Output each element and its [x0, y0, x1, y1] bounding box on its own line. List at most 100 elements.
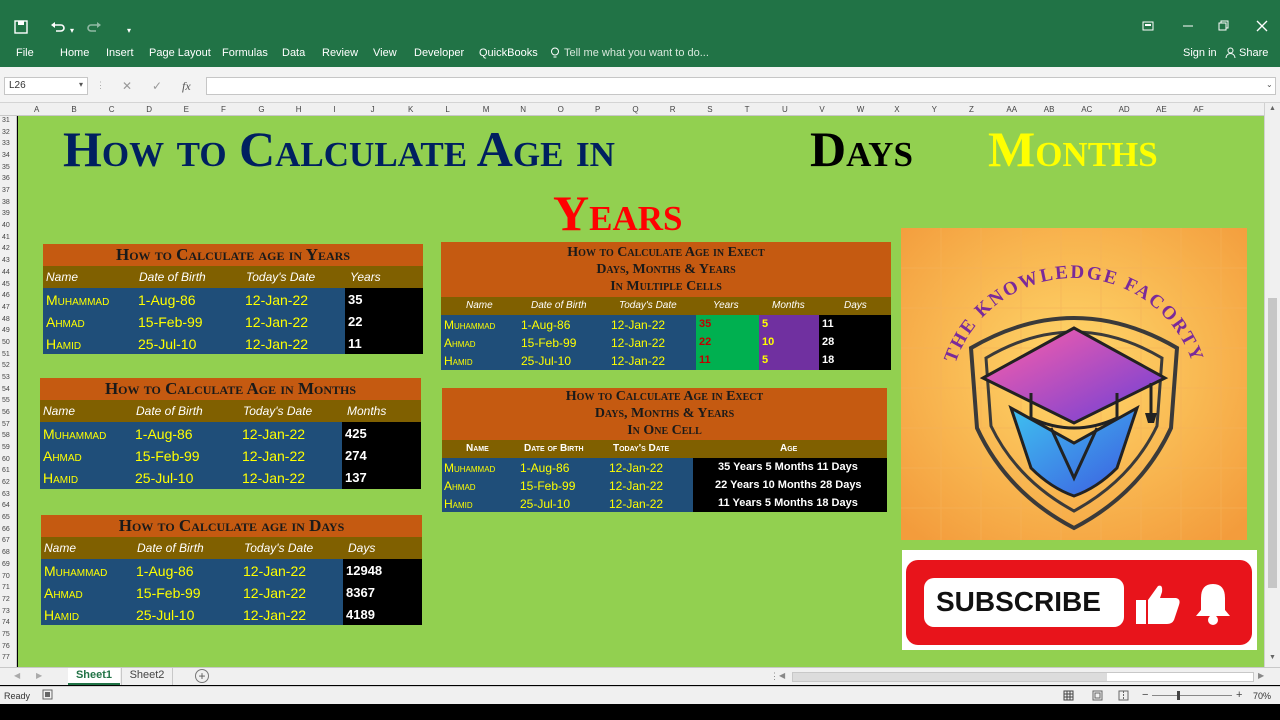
row-header-50[interactable]: 50	[2, 339, 10, 346]
row-header-55[interactable]: 55	[2, 397, 10, 404]
cell-today[interactable]: 12-Jan-22	[609, 497, 663, 511]
row-header-46[interactable]: 46	[2, 292, 10, 299]
cell-today[interactable]: 12-Jan-22	[611, 336, 665, 350]
row-header-59[interactable]: 59	[2, 444, 10, 451]
row-header-60[interactable]: 60	[2, 456, 10, 463]
cell-name[interactable]: Muhammad	[43, 426, 106, 442]
undo-dropdown-icon[interactable]: ▾	[70, 24, 74, 38]
row-header-58[interactable]: 58	[2, 432, 10, 439]
cell-years[interactable]: 11	[699, 354, 711, 366]
row-header-38[interactable]: 38	[2, 199, 10, 206]
vertical-scrollbar[interactable]: ▲ ▼	[1264, 103, 1280, 667]
next-sheet-icon[interactable]: ▶	[36, 671, 42, 680]
row-header-74[interactable]: 74	[2, 619, 10, 626]
tab-data[interactable]: Data	[282, 47, 305, 59]
cell-result[interactable]: 35	[348, 292, 362, 307]
cell-dob[interactable]: 1-Aug-86	[520, 461, 569, 475]
cell-name[interactable]: Ahmad	[444, 479, 476, 493]
cell-months[interactable]: 5	[762, 318, 768, 330]
cell-days[interactable]: 18	[822, 354, 834, 366]
worksheet-canvas[interactable]: How to Calculate Age in Days Months Year…	[18, 116, 1264, 667]
row-header-69[interactable]: 69	[2, 561, 10, 568]
normal-view-icon[interactable]	[1063, 690, 1074, 703]
fx-icon[interactable]: fx	[182, 79, 191, 94]
zoom-out-icon[interactable]: −	[1142, 689, 1148, 701]
cell-dob[interactable]: 25-Jul-10	[520, 497, 570, 511]
column-header-n[interactable]: N	[520, 105, 526, 114]
vertical-scroll-thumb[interactable]	[1268, 298, 1277, 588]
row-header-43[interactable]: 43	[2, 257, 10, 264]
column-header-p[interactable]: P	[595, 105, 600, 114]
row-header-44[interactable]: 44	[2, 269, 10, 276]
horizontal-scroll-thumb[interactable]	[793, 673, 1107, 681]
cell-name[interactable]: Ahmad	[46, 314, 85, 330]
row-header-77[interactable]: 77	[2, 654, 10, 661]
cell-dob[interactable]: 1-Aug-86	[136, 563, 194, 579]
row-header-40[interactable]: 40	[2, 222, 10, 229]
cell-dob[interactable]: 15-Feb-99	[135, 448, 200, 464]
cell-age[interactable]: 11 Years 5 Months 18 Days	[718, 497, 858, 509]
cell-days[interactable]: 28	[822, 336, 834, 348]
tab-home[interactable]: Home	[60, 47, 89, 59]
column-header-a[interactable]: A	[34, 105, 39, 114]
undo-icon[interactable]	[50, 20, 66, 36]
cell-today[interactable]: 12-Jan-22	[609, 461, 663, 475]
scroll-left-icon[interactable]: ◀	[779, 671, 785, 680]
redo-icon[interactable]	[86, 20, 102, 36]
zoom-slider[interactable]	[1152, 691, 1232, 700]
column-header-m[interactable]: M	[483, 105, 490, 114]
cancel-icon[interactable]: ✕	[122, 79, 132, 93]
column-header-ae[interactable]: AE	[1156, 105, 1167, 114]
row-header-64[interactable]: 64	[2, 502, 10, 509]
column-header-z[interactable]: Z	[969, 105, 974, 114]
row-header-35[interactable]: 35	[2, 164, 10, 171]
row-header-33[interactable]: 33	[2, 140, 10, 147]
row-header-39[interactable]: 39	[2, 210, 10, 217]
row-header-67[interactable]: 67	[2, 537, 10, 544]
row-header-66[interactable]: 66	[2, 526, 10, 533]
row-header-31[interactable]: 31	[2, 117, 10, 124]
column-header-u[interactable]: U	[782, 105, 788, 114]
cell-today[interactable]: 12-Jan-22	[242, 448, 305, 464]
ribbon-display-icon[interactable]	[1142, 20, 1154, 35]
column-header-af[interactable]: AF	[1193, 105, 1203, 114]
customize-toolbar-icon[interactable]: ▾	[127, 24, 131, 38]
row-header-73[interactable]: 73	[2, 608, 10, 615]
column-header-w[interactable]: W	[857, 105, 865, 114]
row-header-76[interactable]: 76	[2, 643, 10, 650]
prev-sheet-icon[interactable]: ◀	[14, 671, 20, 680]
cell-dob[interactable]: 25-Jul-10	[138, 336, 196, 352]
cell-name[interactable]: Muhammad	[44, 563, 107, 579]
column-header-y[interactable]: Y	[932, 105, 937, 114]
column-header-g[interactable]: G	[258, 105, 264, 114]
tell-me-input[interactable]: Tell me what you want to do...	[564, 47, 709, 59]
restore-icon[interactable]	[1218, 20, 1230, 35]
share-icon[interactable]	[1225, 47, 1236, 61]
page-break-view-icon[interactable]	[1118, 690, 1129, 703]
row-header-56[interactable]: 56	[2, 409, 10, 416]
tab-view[interactable]: View	[373, 47, 397, 59]
column-header-q[interactable]: Q	[632, 105, 638, 114]
cell-result[interactable]: 22	[348, 314, 362, 329]
cell-months[interactable]: 10	[762, 336, 774, 348]
row-header-54[interactable]: 54	[2, 386, 10, 393]
sheet-tab-sheet1[interactable]: Sheet1	[68, 668, 120, 685]
cell-today[interactable]: 12-Jan-22	[242, 470, 305, 486]
name-box[interactable]: L26 ▾	[4, 77, 88, 95]
column-header-l[interactable]: L	[445, 105, 449, 114]
row-header-62[interactable]: 62	[2, 479, 10, 486]
cell-dob[interactable]: 25-Jul-10	[135, 470, 193, 486]
cell-name[interactable]: Hamid	[444, 497, 473, 511]
cell-dob[interactable]: 25-Jul-10	[521, 354, 571, 368]
row-header-52[interactable]: 52	[2, 362, 10, 369]
cell-name[interactable]: Hamid	[444, 354, 473, 368]
tab-developer[interactable]: Developer	[414, 47, 464, 59]
column-header-t[interactable]: T	[745, 105, 750, 114]
save-icon[interactable]	[14, 20, 28, 36]
row-header-75[interactable]: 75	[2, 631, 10, 638]
cell-name[interactable]: Hamid	[43, 470, 78, 486]
subscribe-banner[interactable]: SUBSCRIBE	[902, 550, 1257, 650]
chevron-down-icon[interactable]: ▾	[79, 80, 83, 89]
row-header-71[interactable]: 71	[2, 584, 10, 591]
share-button[interactable]: Share	[1239, 47, 1268, 59]
